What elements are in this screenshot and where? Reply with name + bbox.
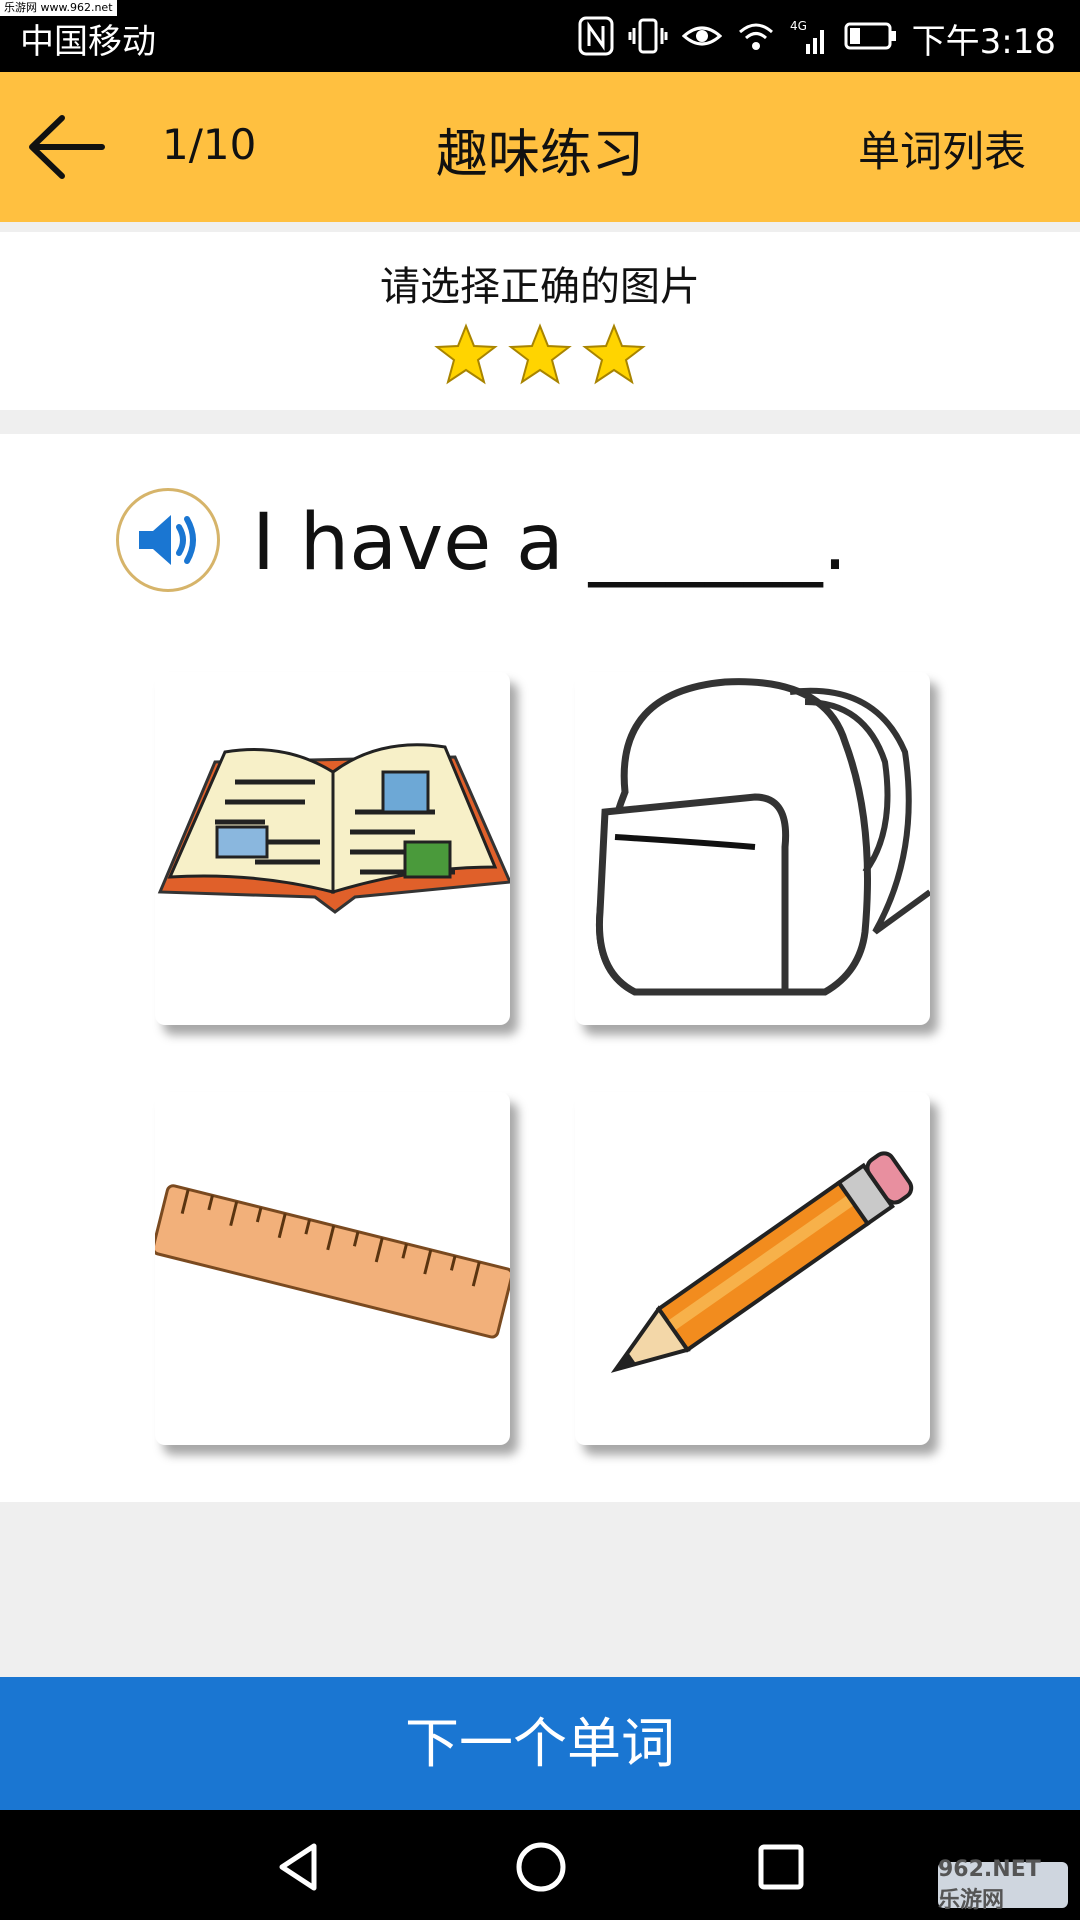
question-card: I have a ______.: [0, 434, 1080, 1502]
home-circle-icon: [516, 1842, 566, 1892]
open-book-image: [157, 743, 510, 914]
option-pencil[interactable]: [575, 1092, 930, 1445]
clock: 下午3:18: [911, 22, 1056, 62]
svg-text:4G: 4G: [790, 19, 807, 33]
star-rating: [0, 322, 1080, 388]
backpack-image: [595, 678, 930, 996]
app-bar: 1/10 趣味练习 单词列表: [0, 72, 1080, 222]
instruction-text: 请选择正确的图片: [380, 264, 700, 310]
speaker-button[interactable]: [116, 488, 220, 592]
carrier-name: 中国移动: [20, 22, 156, 62]
speaker-icon: [139, 515, 196, 565]
instruction-card: 请选择正确的图片: [0, 232, 1080, 410]
battery-icon: [844, 22, 896, 50]
nav-recents-button[interactable]: [754, 1840, 808, 1894]
status-icons: 4G: [578, 12, 898, 60]
option-book[interactable]: [155, 672, 510, 1025]
nav-home-button[interactable]: [514, 1840, 568, 1894]
vibrate-icon: [628, 18, 668, 54]
question-sentence: I have a ______.: [252, 498, 848, 588]
pencil-image: [610, 1151, 914, 1373]
word-list-button[interactable]: 单词列表: [858, 118, 1026, 179]
option-ruler[interactable]: [155, 1092, 510, 1445]
recents-square-icon: [758, 1844, 804, 1890]
eye-icon: [682, 26, 722, 46]
star-icon: [508, 323, 572, 385]
option-backpack[interactable]: [575, 672, 930, 1025]
star-icon: [434, 323, 498, 385]
star-icon: [582, 323, 646, 385]
ruler-image: [155, 1184, 510, 1339]
system-nav-bar: 962.NET 乐游网: [0, 1810, 1080, 1920]
back-triangle-icon: [279, 1843, 317, 1891]
nav-back-button[interactable]: [272, 1840, 326, 1894]
watermark-logo: 962.NET 乐游网: [938, 1857, 1068, 1913]
next-word-button[interactable]: 下一个单词: [0, 1677, 1080, 1810]
nfc-icon: [578, 16, 614, 56]
status-bar: 乐游网 www.962.net 中国移动 4G 下午3:18: [0, 0, 1080, 72]
signal-icon: 4G: [790, 19, 824, 54]
wifi-icon: [739, 23, 773, 50]
